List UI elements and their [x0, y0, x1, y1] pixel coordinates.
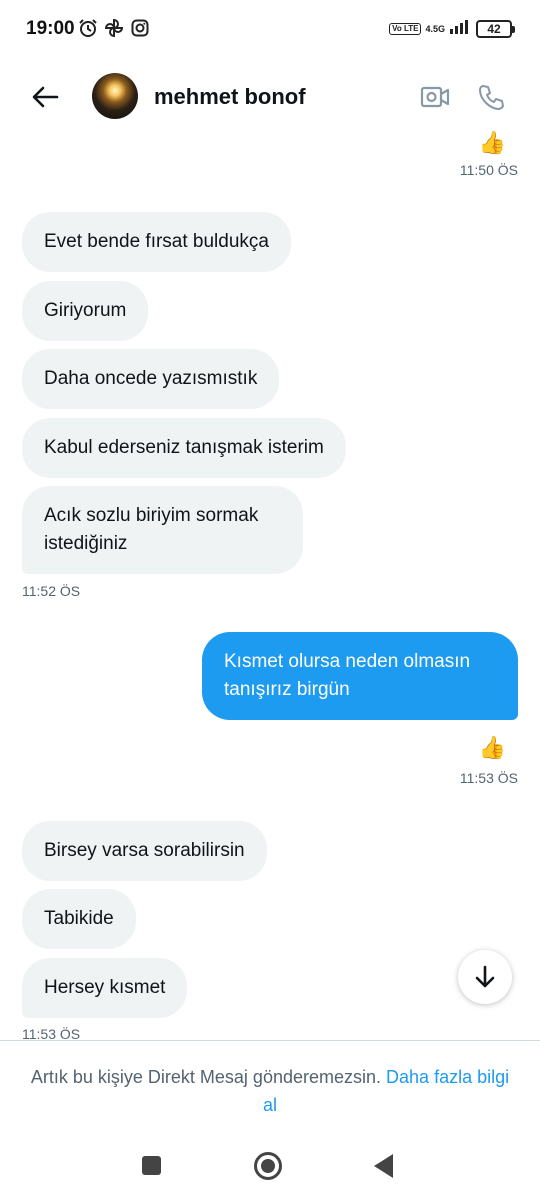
home-dot-icon [261, 1159, 275, 1173]
conversation-header: mehmet bonof [0, 60, 540, 134]
incoming-message[interactable]: Daha oncede yazısmıstık [22, 349, 280, 409]
message-timestamp: 11:53 ÖS [22, 1026, 81, 1040]
network-type: 4.5G [425, 23, 445, 34]
incoming-message[interactable]: Hersey kısmet [22, 958, 188, 1018]
message-thread[interactable]: 👍 11:50 ÖS Evet bende fırsat buldukça Gi… [0, 130, 540, 1040]
incoming-message[interactable]: Evet bende fırsat buldukça [22, 212, 291, 272]
dm-disabled-notice: Artık bu kişiye Direkt Mesaj gönderemezs… [0, 1040, 540, 1130]
battery-indicator: 42 [476, 19, 515, 38]
home-button[interactable] [254, 1152, 282, 1180]
reaction-thumbs-up[interactable]: 👍 [479, 130, 506, 156]
incoming-message[interactable]: Kabul ederseniz tanışmak isterim [22, 418, 346, 478]
incoming-message[interactable]: Birsey varsa sorabilirsin [22, 821, 267, 881]
phone-call-icon[interactable] [474, 80, 508, 114]
volte-badge: Vo LTE [389, 22, 422, 35]
contact-name[interactable]: mehmet bonof [154, 84, 306, 110]
status-notification-icons [78, 17, 150, 39]
signal-icon [450, 18, 472, 39]
status-system-icons: Vo LTE 4.5G 42 [389, 18, 515, 39]
incoming-message[interactable]: Giriyorum [22, 281, 149, 341]
recents-button[interactable] [142, 1156, 161, 1175]
scroll-to-bottom-button[interactable] [458, 950, 512, 1004]
incoming-message[interactable]: Acık sozlu biriyim sormak istediğiniz [22, 486, 303, 574]
instagram-icon [130, 17, 150, 39]
arrow-down-icon [475, 965, 495, 988]
pinwheel-icon [104, 17, 124, 39]
incoming-message[interactable]: Tabikide [22, 889, 136, 949]
back-triangle-icon[interactable] [374, 1154, 393, 1178]
message-timestamp: 11:53 ÖS [459, 770, 518, 786]
system-navigation-bar [0, 1140, 540, 1200]
avatar[interactable] [92, 73, 138, 119]
video-call-icon[interactable] [418, 80, 452, 114]
alarm-icon [78, 17, 98, 39]
status-time: 19:00 [26, 18, 75, 39]
reaction-thumbs-up[interactable]: 👍 [479, 735, 506, 761]
message-timestamp: 11:50 ÖS [459, 162, 518, 178]
status-bar: 19:00 Vo LTE 4.5G 42 [0, 0, 540, 58]
message-timestamp: 11:52 ÖS [22, 583, 81, 599]
back-arrow-icon[interactable] [28, 80, 62, 114]
outgoing-message[interactable]: Kısmet olursa neden olmasın tanışırız bi… [202, 632, 518, 720]
notice-text: Artık bu kişiye Direkt Mesaj gönderemezs… [30, 1067, 382, 1087]
